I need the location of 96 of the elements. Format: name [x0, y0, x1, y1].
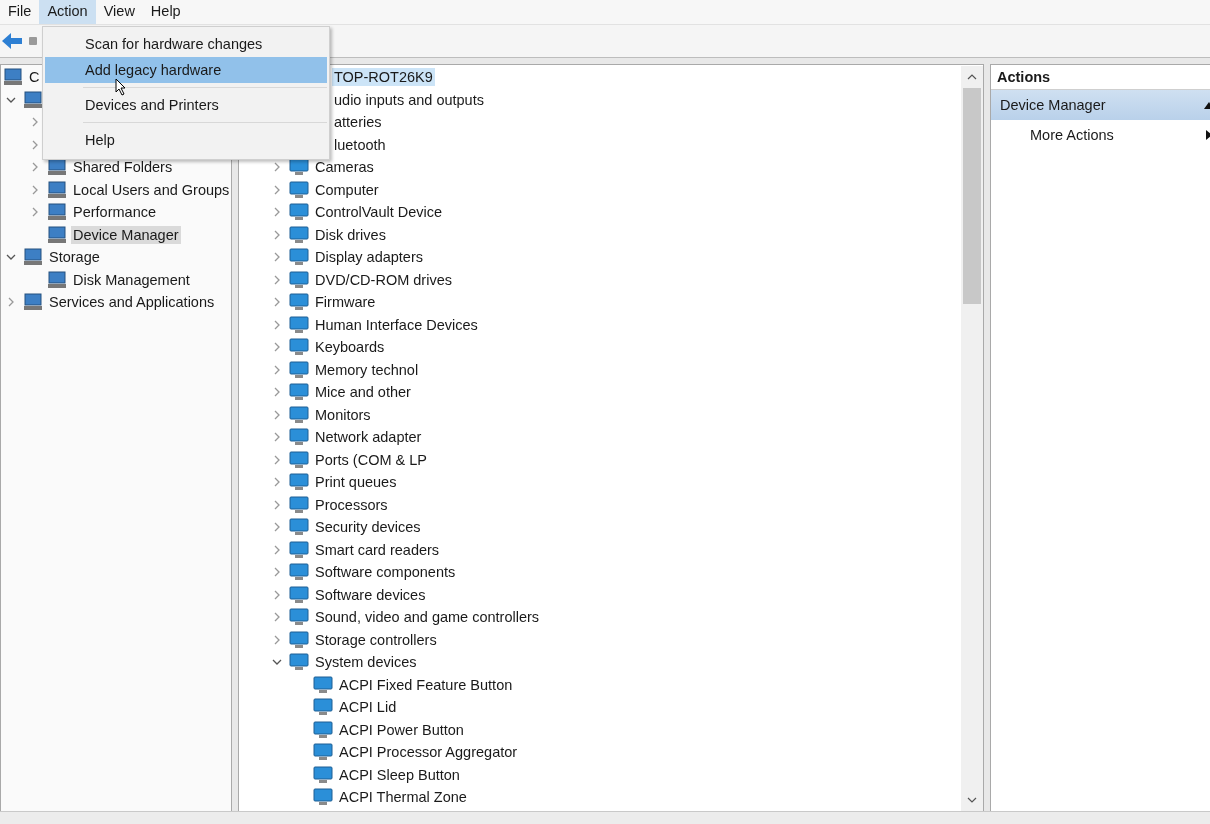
- computer-icon: [23, 293, 43, 312]
- tree-item[interactable]: ControlVault Device: [313, 203, 445, 222]
- device-icon: [289, 203, 309, 222]
- computer-icon: [23, 248, 43, 267]
- device-icon: [289, 585, 309, 604]
- tree-item[interactable]: ACPI Power Button: [337, 720, 466, 739]
- device-icon: [313, 698, 333, 717]
- menu-item[interactable]: Scan for hardware changes: [45, 31, 327, 57]
- tree-item[interactable]: C: [27, 68, 42, 87]
- tree-item[interactable]: ACPI Thermal Zone: [337, 788, 469, 807]
- tree-item[interactable]: ACPI Sleep Button: [337, 765, 462, 784]
- tree-item[interactable]: ACPI Fixed Feature Button: [337, 675, 515, 694]
- computer-icon: [3, 68, 23, 87]
- computer-icon: [23, 90, 43, 109]
- action-item[interactable]: More Actions: [991, 120, 1210, 150]
- tree-item[interactable]: Software components: [313, 563, 458, 582]
- menu-item[interactable]: View: [95, 0, 143, 24]
- tree-item[interactable]: Sound, video and game controllers: [313, 608, 542, 627]
- tree-item[interactable]: Cameras: [313, 158, 376, 177]
- tree-item[interactable]: Keyboards: [313, 338, 387, 357]
- tree-item[interactable]: Display adapters: [313, 248, 425, 267]
- tree-item[interactable]: Network adapter: [313, 428, 424, 447]
- tree-item[interactable]: Smart card readers: [313, 540, 442, 559]
- device-icon: [313, 788, 333, 807]
- tree-item[interactable]: Disk Management: [71, 270, 192, 289]
- tree-item[interactable]: Security devices: [313, 518, 423, 537]
- tree-item[interactable]: System devices: [313, 653, 419, 672]
- tree-item[interactable]: Disk drives: [313, 225, 388, 244]
- computer-icon: [47, 158, 67, 177]
- menu-item[interactable]: File: [0, 0, 40, 24]
- device-icon: [289, 518, 309, 537]
- device-icon: [289, 428, 309, 447]
- device-icon: [289, 383, 309, 402]
- tree-item[interactable]: DVD/CD-ROM drives: [313, 270, 454, 289]
- group-title: Device Manager: [1000, 97, 1106, 113]
- tree-item[interactable]: Firmware: [313, 293, 378, 312]
- tree-item[interactable]: Local Users and Groups: [71, 180, 232, 199]
- tree-item[interactable]: Services and Applications: [47, 293, 217, 312]
- device-icon: [289, 315, 309, 334]
- scrollbar[interactable]: [961, 66, 983, 811]
- tree-item[interactable]: Performance: [71, 203, 158, 222]
- action-label: More Actions: [1030, 127, 1114, 143]
- tree-item[interactable]: TOP-ROT26K9: [332, 68, 435, 87]
- device-icon: [313, 720, 333, 739]
- tree-item[interactable]: Monitors: [313, 405, 373, 424]
- device-icon: [313, 675, 333, 694]
- back-arrow-icon[interactable]: [1, 32, 23, 50]
- device-icon: [289, 473, 309, 492]
- device-icon: [289, 225, 309, 244]
- device-icon: [289, 563, 309, 582]
- tree-item[interactable]: Processors: [313, 495, 390, 514]
- actions-group[interactable]: Device Manager: [991, 90, 1210, 120]
- tree-item[interactable]: Device Manager: [71, 225, 181, 244]
- computer-icon: [47, 225, 67, 244]
- tree-item[interactable]: Ports (COM & LP: [313, 450, 429, 469]
- tree-item[interactable]: Storage controllers: [313, 630, 439, 649]
- scroll-thumb[interactable]: [963, 88, 981, 304]
- device-icon: [289, 270, 309, 289]
- device-icon: [289, 338, 309, 357]
- menu-item[interactable]: Help: [45, 127, 327, 153]
- menu-item[interactable]: Action: [39, 0, 96, 24]
- tree-item[interactable]: Software devices: [313, 585, 428, 604]
- tree-item[interactable]: Shared Folders: [71, 158, 175, 177]
- device-icon: [289, 630, 309, 649]
- device-icon: [289, 608, 309, 627]
- computer-icon: [47, 203, 67, 222]
- device-icon: [289, 360, 309, 379]
- menu-item[interactable]: Devices and Printers: [45, 92, 327, 118]
- scroll-down-icon[interactable]: [967, 797, 977, 803]
- scroll-up-icon[interactable]: [967, 74, 977, 80]
- tree-item[interactable]: udio inputs and outputs: [332, 90, 486, 109]
- device-icon: [289, 653, 309, 672]
- menu-item[interactable]: Help: [142, 0, 189, 24]
- tree-item[interactable]: Memory technol: [313, 360, 421, 379]
- menu-item[interactable]: Add legacy hardware: [45, 57, 327, 83]
- device-icon: [289, 450, 309, 469]
- device-icon: [289, 495, 309, 514]
- device-icon: [313, 765, 333, 784]
- computer-icon: [47, 270, 67, 289]
- tree-item[interactable]: luetooth: [332, 135, 388, 154]
- tree-item[interactable]: atteries: [332, 113, 384, 132]
- tree-item[interactable]: ACPI Processor Aggregator: [337, 743, 520, 762]
- computer-icon: [47, 180, 67, 199]
- device-icon: [289, 405, 309, 424]
- tree-item[interactable]: Mice and other: [313, 383, 413, 402]
- device-icon: [289, 248, 309, 267]
- pointer-icon: [115, 78, 127, 96]
- device-icon: [289, 293, 309, 312]
- device-icon: [289, 540, 309, 559]
- tree-item[interactable]: Storage: [47, 248, 102, 267]
- tree-item[interactable]: Human Interface Devices: [313, 315, 480, 334]
- tree-item[interactable]: Print queues: [313, 473, 399, 492]
- tree-item[interactable]: Computer: [313, 180, 381, 199]
- device-icon: [289, 180, 309, 199]
- device-icon: [313, 743, 333, 762]
- tree-item[interactable]: ACPI Lid: [337, 698, 399, 717]
